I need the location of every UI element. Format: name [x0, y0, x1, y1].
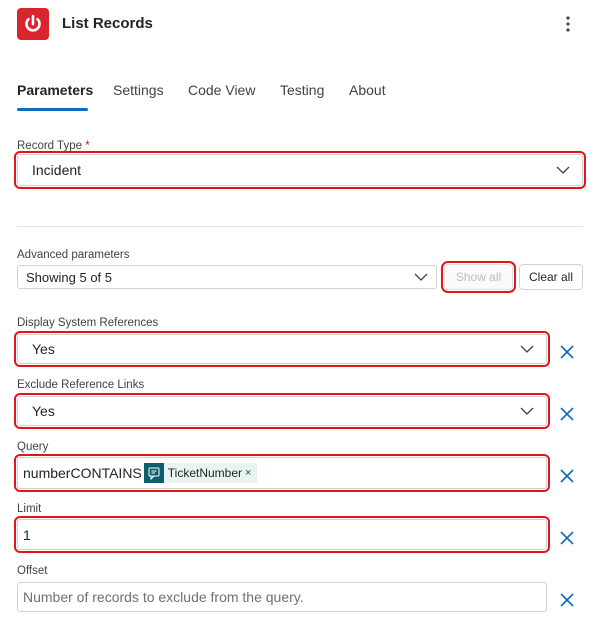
show-all-button[interactable]: Show all [441, 261, 516, 293]
app-icon [17, 8, 49, 40]
limit-value: 1 [23, 526, 31, 543]
chevron-down-icon [556, 166, 570, 174]
record-type-label: Record Type * [17, 140, 90, 152]
offset-placeholder: Number of records to exclude from the qu… [23, 589, 304, 605]
limit-label: Limit [17, 503, 42, 515]
query-text: numberCONTAINS [23, 465, 142, 481]
remove-exclude-reference-links-icon[interactable] [558, 405, 576, 423]
chevron-down-icon [414, 273, 428, 281]
exclude-reference-links-label: Exclude Reference Links [17, 379, 145, 391]
remove-offset-icon[interactable] [558, 591, 576, 609]
section-divider [17, 226, 583, 227]
remove-query-icon[interactable] [558, 467, 576, 485]
token-remove-icon[interactable]: × [245, 467, 251, 479]
tab-settings[interactable]: Settings [113, 82, 164, 98]
record-type-value: Incident [32, 162, 82, 178]
advanced-parameters-label: Advanced parameters [17, 249, 130, 261]
token-label: TicketNumber [167, 466, 243, 480]
display-system-references-label: Display System References [17, 317, 159, 329]
dynamic-content-icon [143, 463, 164, 483]
query-label: Query [17, 441, 49, 453]
record-type-label-text: Record Type [17, 140, 82, 152]
tab-code-view[interactable]: Code View [188, 82, 255, 98]
more-vertical-icon [566, 16, 570, 32]
remove-limit-icon[interactable] [558, 529, 576, 547]
exclude-reference-links-dropdown[interactable]: Yes [14, 393, 550, 429]
chevron-down-icon [520, 407, 534, 415]
advanced-parameters-value: Showing 5 of 5 [26, 269, 113, 285]
exclude-reference-links-value: Yes [32, 403, 55, 419]
limit-input[interactable]: 1 [14, 516, 550, 553]
ticket-number-token[interactable]: TicketNumber × [143, 463, 258, 483]
tab-about[interactable]: About [349, 82, 386, 98]
tab-testing[interactable]: Testing [280, 82, 324, 98]
display-system-references-value: Yes [32, 341, 55, 357]
required-mark: * [85, 140, 90, 152]
offset-label: Offset [17, 565, 48, 577]
remove-display-system-references-icon[interactable] [558, 343, 576, 361]
advanced-parameters-dropdown[interactable]: Showing 5 of 5 [17, 265, 437, 289]
page-title: List Records [62, 15, 153, 32]
tab-parameters[interactable]: Parameters [17, 82, 93, 98]
offset-input[interactable]: Number of records to exclude from the qu… [17, 582, 547, 612]
chevron-down-icon [520, 345, 534, 353]
power-icon [25, 14, 41, 32]
more-options-button[interactable] [558, 12, 578, 36]
record-type-dropdown[interactable]: Incident [14, 151, 586, 189]
query-input[interactable]: numberCONTAINS TicketNumber × [14, 454, 550, 492]
active-tab-indicator [17, 108, 88, 111]
clear-all-button[interactable]: Clear all [519, 264, 583, 290]
display-system-references-dropdown[interactable]: Yes [14, 331, 550, 367]
